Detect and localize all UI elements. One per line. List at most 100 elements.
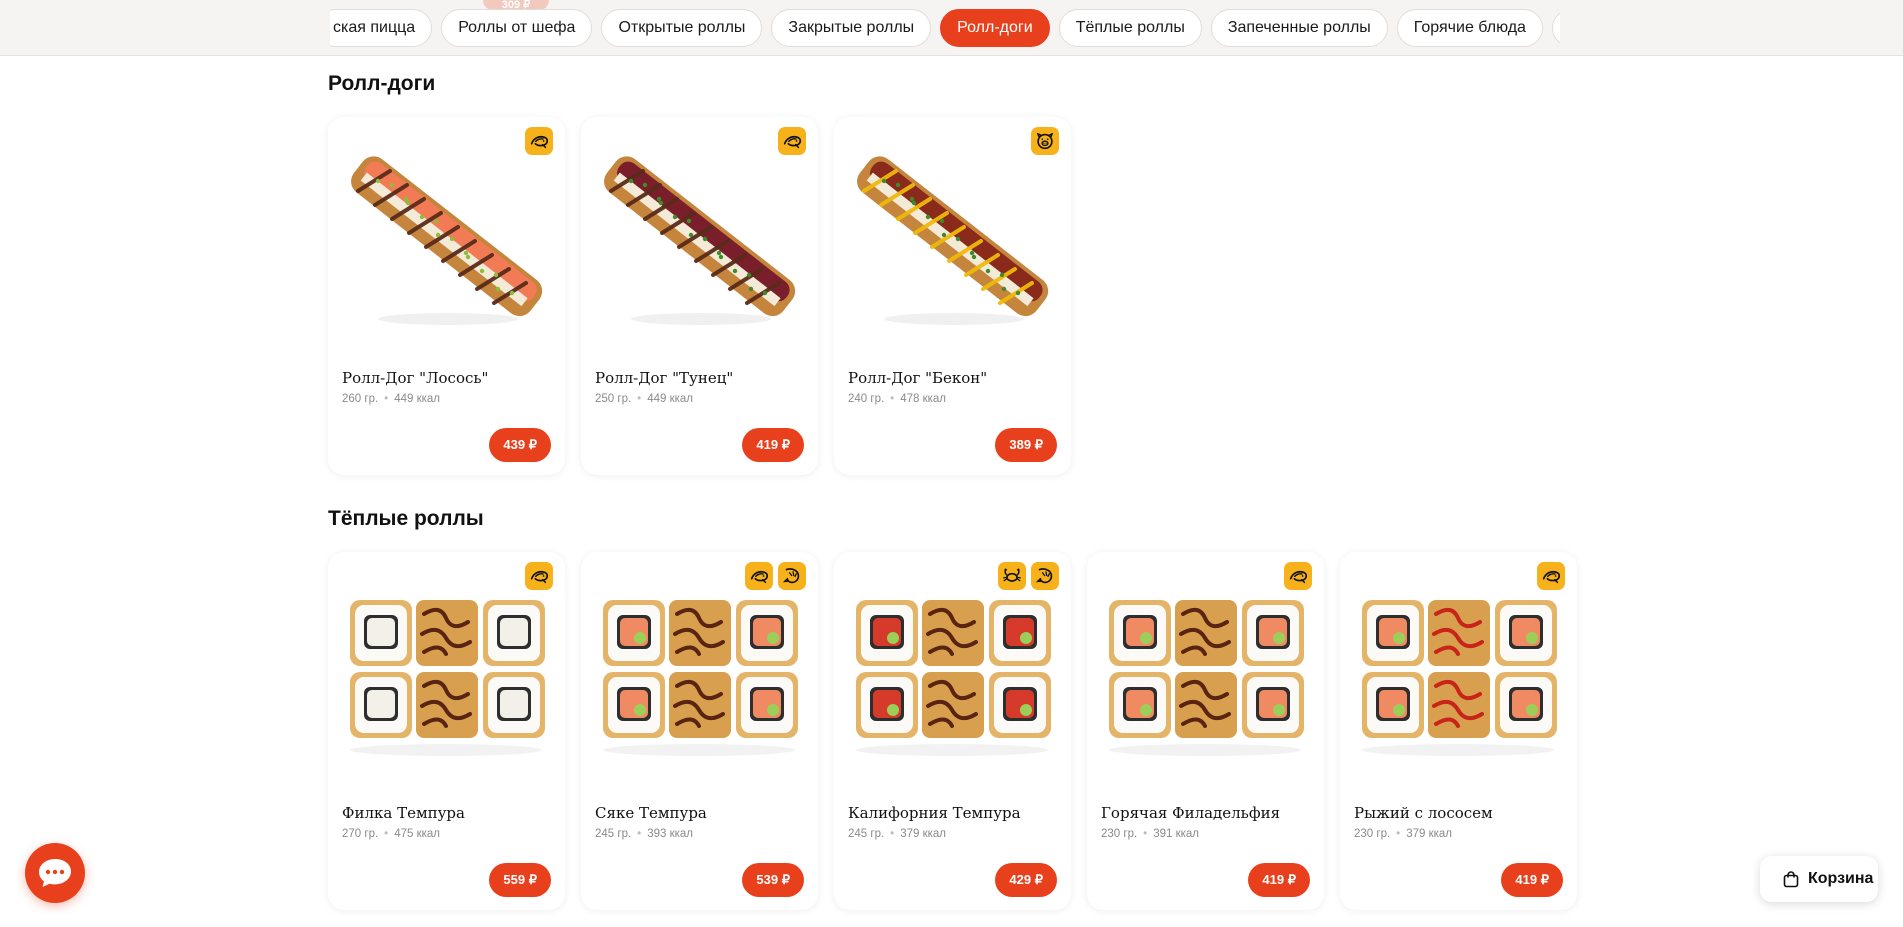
product-kcal: 449 ккал xyxy=(647,393,694,405)
add-to-cart-price-button[interactable]: 439 ₽ xyxy=(489,428,551,462)
product-name[interactable]: Сяке Темпура xyxy=(595,804,707,822)
add-to-cart-price-button[interactable]: 419 ₽ xyxy=(742,428,804,462)
product-meta: 245 гр. • 379 ккал xyxy=(848,828,946,840)
cart-label: Корзина xyxy=(1808,870,1874,887)
fish-icon xyxy=(1284,562,1312,590)
product-image[interactable] xyxy=(338,572,555,772)
fish-icon xyxy=(778,127,806,155)
product-image[interactable] xyxy=(591,572,808,772)
chat-button[interactable] xyxy=(25,843,85,903)
add-to-cart-price-button[interactable]: 389 ₽ xyxy=(995,428,1057,462)
separator-dot: • xyxy=(637,828,642,840)
separator-dot: • xyxy=(890,393,895,405)
shrimp-icon xyxy=(1031,562,1059,590)
product-meta: 230 гр. • 379 ккал xyxy=(1354,828,1452,840)
product-weight: 260 гр. xyxy=(342,393,379,405)
fish-icon xyxy=(525,562,553,590)
product-card[interactable]: Горячая Филадельфия 230 гр. • 391 ккал 419 ₽ xyxy=(1087,552,1324,910)
product-kcal: 379 ккал xyxy=(900,828,947,840)
product-weight: 240 гр. xyxy=(848,393,885,405)
shopping-bag-icon xyxy=(1783,871,1799,888)
category-tab[interactable]: Закрытые роллы xyxy=(771,9,932,47)
product-badges xyxy=(745,562,806,590)
product-kcal: 391 ккал xyxy=(1153,828,1200,840)
product-weight: 245 гр. xyxy=(595,828,632,840)
add-to-cart-price-button[interactable]: 559 ₽ xyxy=(489,863,551,897)
fish-icon xyxy=(745,562,773,590)
product-weight: 230 гр. xyxy=(1101,828,1138,840)
product-badges xyxy=(525,562,553,590)
category-tab[interactable]: Ролл-доги xyxy=(940,9,1050,47)
product-badges xyxy=(1284,562,1312,590)
product-card[interactable]: Сяке Темпура 245 гр. • 393 ккал 539 ₽ xyxy=(581,552,818,910)
product-meta: 250 гр. • 449 ккал xyxy=(595,393,693,405)
category-track: ская пицца Роллы от шефа Открытые роллы Зак… xyxy=(330,9,1560,47)
separator-dot: • xyxy=(384,393,389,405)
category-tab[interactable]: Запеченные роллы xyxy=(1210,9,1388,47)
product-image[interactable] xyxy=(1097,572,1314,772)
product-card[interactable]: Ролл-Дог "Лосось" 260 гр. • 449 ккал 439 ₽ xyxy=(328,117,565,475)
product-image[interactable] xyxy=(591,137,808,337)
product-meta: 270 гр. • 475 ккал xyxy=(342,828,440,840)
add-to-cart-price-button[interactable]: 429 ₽ xyxy=(995,863,1057,897)
product-weight: 230 гр. xyxy=(1354,828,1391,840)
product-card[interactable]: Филка Темпура 270 гр. • 475 ккал 559 ₽ xyxy=(328,552,565,910)
category-tab[interactable]: Горячие блюда xyxy=(1396,9,1543,47)
add-to-cart-price-button[interactable]: 539 ₽ xyxy=(742,863,804,897)
product-card[interactable]: Калифорния Темпура 245 гр. • 379 ккал 429 ₽ xyxy=(834,552,1071,910)
product-meta: 245 гр. • 393 ккал xyxy=(595,828,693,840)
shrimp-icon xyxy=(778,562,806,590)
product-name[interactable]: Филка Темпура xyxy=(342,804,465,822)
product-badges xyxy=(778,127,806,155)
product-weight: 245 гр. xyxy=(848,828,885,840)
category-bar: 309 ₽ ская пицца Роллы от шефа Открытые ро… xyxy=(0,0,1903,56)
cart-button[interactable]: Корзина xyxy=(1760,856,1878,902)
product-badges xyxy=(1031,127,1059,155)
product-meta: 240 гр. • 478 ккал xyxy=(848,393,946,405)
product-card[interactable]: Рыжий с лососем 230 гр. • 379 ккал 419 ₽ xyxy=(1340,552,1577,910)
section-title-rolldogs: Ролл-доги xyxy=(328,72,436,95)
product-name[interactable]: Ролл-Дог "Бекон" xyxy=(848,369,987,387)
pig-icon xyxy=(1031,127,1059,155)
product-badges xyxy=(525,127,553,155)
product-meta: 230 гр. • 391 ккал xyxy=(1101,828,1199,840)
product-weight: 270 гр. xyxy=(342,828,379,840)
chat-bubble-icon xyxy=(39,859,71,887)
section-title-warm-rolls: Тёплые роллы xyxy=(328,507,484,530)
separator-dot: • xyxy=(1396,828,1401,840)
add-to-cart-price-button[interactable]: 419 ₽ xyxy=(1248,863,1310,897)
product-weight: 250 гр. xyxy=(595,393,632,405)
separator-dot: • xyxy=(384,828,389,840)
category-tab[interactable]: Открытые роллы xyxy=(601,9,763,47)
product-kcal: 393 ккал xyxy=(647,828,694,840)
category-tab[interactable]: Роллы от шефа xyxy=(441,9,593,47)
product-image[interactable] xyxy=(338,137,555,337)
product-kcal: 379 ккал xyxy=(1406,828,1453,840)
fish-icon xyxy=(525,127,553,155)
category-tab[interactable]: Тёплые роллы xyxy=(1058,9,1202,47)
product-image[interactable] xyxy=(844,137,1061,337)
product-name[interactable]: Ролл-Дог "Тунец" xyxy=(595,369,733,387)
category-tab[interactable]: Закуски xyxy=(1551,9,1560,47)
category-tab[interactable]: ская пицца xyxy=(330,9,433,47)
add-to-cart-price-button[interactable]: 419 ₽ xyxy=(1501,863,1563,897)
product-meta: 260 гр. • 449 ккал xyxy=(342,393,440,405)
product-image[interactable] xyxy=(1350,572,1567,772)
product-badges xyxy=(998,562,1059,590)
product-name[interactable]: Горячая Филадельфия xyxy=(1101,804,1280,822)
product-kcal: 478 ккал xyxy=(900,393,947,405)
product-name[interactable]: Калифорния Темпура xyxy=(848,804,1021,822)
product-name[interactable]: Рыжий с лососем xyxy=(1354,804,1493,822)
separator-dot: • xyxy=(637,393,642,405)
product-card[interactable]: Ролл-Дог "Тунец" 250 гр. • 449 ккал 419 ₽ xyxy=(581,117,818,475)
product-kcal: 475 ккал xyxy=(394,828,441,840)
separator-dot: • xyxy=(1143,828,1148,840)
fish-icon xyxy=(1537,562,1565,590)
crab-icon xyxy=(998,562,1026,590)
product-image[interactable] xyxy=(844,572,1061,772)
category-scroller[interactable]: ская пицца Роллы от шефа Открытые роллы Зак… xyxy=(330,9,1560,49)
product-badges xyxy=(1537,562,1565,590)
separator-dot: • xyxy=(890,828,895,840)
product-card[interactable]: Ролл-Дог "Бекон" 240 гр. • 478 ккал 389 ₽ xyxy=(834,117,1071,475)
product-name[interactable]: Ролл-Дог "Лосось" xyxy=(342,369,488,387)
